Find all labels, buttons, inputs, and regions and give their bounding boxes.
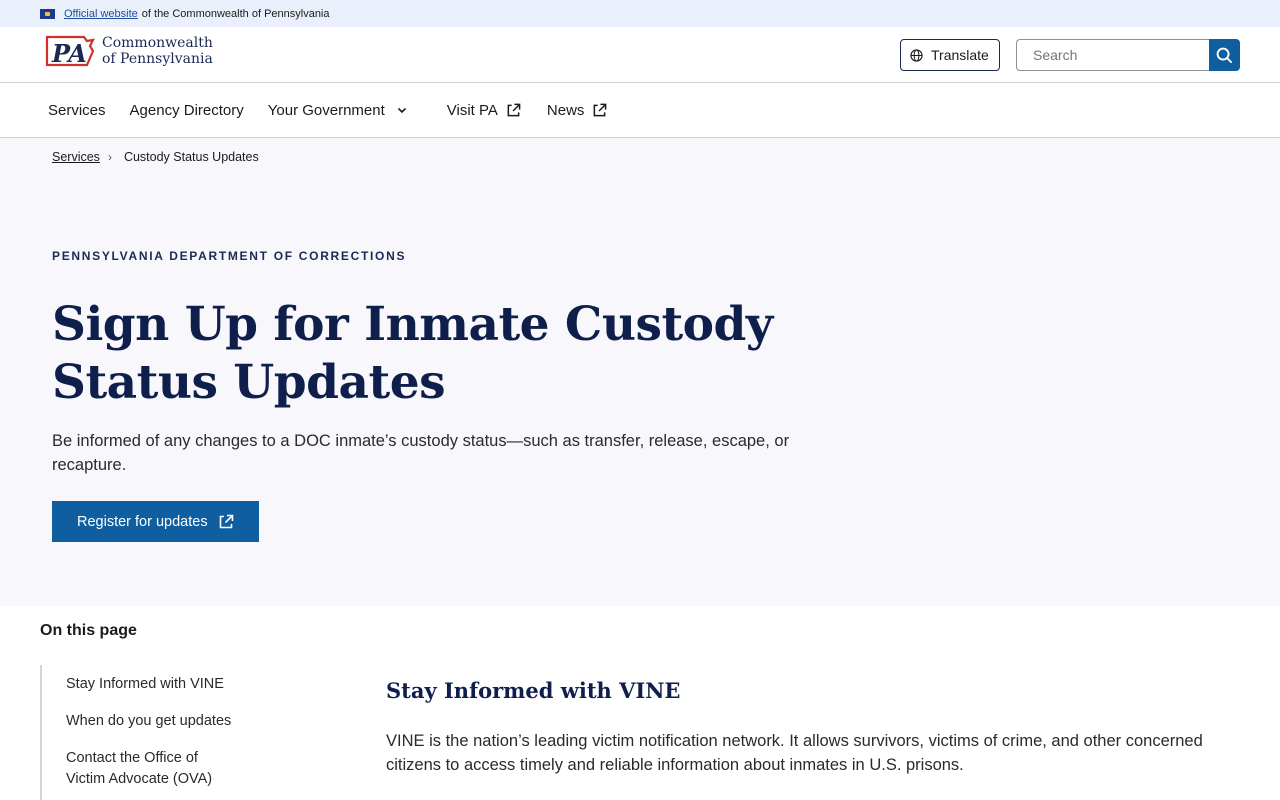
- page-title: Sign Up for Inmate Custody Status Update…: [52, 297, 773, 410]
- globe-icon: [910, 48, 923, 62]
- search-input[interactable]: [1016, 39, 1209, 71]
- main-nav: Services Agency Directory Your Governmen…: [0, 83, 1280, 138]
- on-this-page-heading: On this page: [40, 622, 137, 639]
- search-button[interactable]: [1209, 39, 1240, 71]
- section-paragraph: VINE is the nation’s leading victim noti…: [386, 732, 1203, 774]
- nav-item-label: Visit PA: [446, 101, 498, 119]
- official-banner: Official website of the Commonwealth of …: [0, 0, 1280, 27]
- nav-item-agency-directory[interactable]: Agency Directory: [130, 102, 244, 119]
- cta-label: Register for updates: [77, 513, 208, 530]
- register-for-updates-button[interactable]: Register for updates: [52, 501, 259, 542]
- pa-logo[interactable]: PA Commonwealth of Pennsylvania: [44, 32, 213, 70]
- banner-text: of the Commonwealth of Pennsylvania: [141, 7, 330, 20]
- search-form: [1016, 39, 1240, 71]
- agency-eyebrow: PENNSYLVANIA DEPARTMENT OF CORRECTIONS: [52, 249, 407, 263]
- pa-flag-icon: [40, 8, 55, 19]
- translate-label: Translate: [931, 47, 989, 63]
- nav-item-news[interactable]: News: [547, 102, 608, 119]
- external-link-icon: [594, 103, 607, 116]
- toc-item-stay-informed[interactable]: Stay Informed with VINE: [66, 674, 280, 695]
- nav-item-label: News: [546, 101, 585, 119]
- nav-item-label: Services: [48, 101, 106, 119]
- hero-section: Services › Custody Status Updates PENNSY…: [0, 138, 1280, 606]
- logo-line-1: Commonwealth: [102, 35, 213, 51]
- svg-text:PA: PA: [51, 39, 87, 68]
- nav-item-label: Your Government: [267, 101, 385, 119]
- section-heading: Stay Informed with VINE: [386, 678, 681, 703]
- page-lede: Be informed of any changes to a DOC inma…: [52, 432, 790, 474]
- toc-item-when-updates[interactable]: When do you get updates: [66, 711, 280, 732]
- breadcrumb-link-services[interactable]: Services: [52, 150, 100, 164]
- pa-keystone-logo-icon: PA: [44, 32, 96, 70]
- on-this-page-nav: Stay Informed with VINE When do you get …: [40, 665, 280, 800]
- external-link-icon: [507, 103, 521, 116]
- translate-button[interactable]: Translate: [900, 39, 1000, 71]
- external-link-icon: [219, 514, 233, 528]
- breadcrumb: Services › Custody Status Updates: [52, 150, 259, 164]
- search-icon: [1216, 47, 1233, 63]
- chevron-down-icon: [397, 107, 406, 114]
- chevron-right-icon: ›: [107, 150, 112, 164]
- official-website-link[interactable]: Official website: [64, 8, 138, 20]
- nav-item-your-government[interactable]: Your Government: [268, 102, 409, 119]
- breadcrumb-current: Custody Status Updates: [123, 150, 259, 164]
- nav-item-label: Agency Directory: [129, 101, 244, 119]
- site-header: PA Commonwealth of Pennsylvania Translat…: [0, 27, 1280, 83]
- nav-item-services[interactable]: Services: [48, 102, 106, 119]
- toc-item-contact-ova[interactable]: Contact the Office of Victim Advocate (O…: [66, 748, 236, 790]
- logo-line-2: of Pennsylvania: [102, 51, 213, 67]
- nav-item-visit-pa[interactable]: Visit PA: [447, 102, 521, 119]
